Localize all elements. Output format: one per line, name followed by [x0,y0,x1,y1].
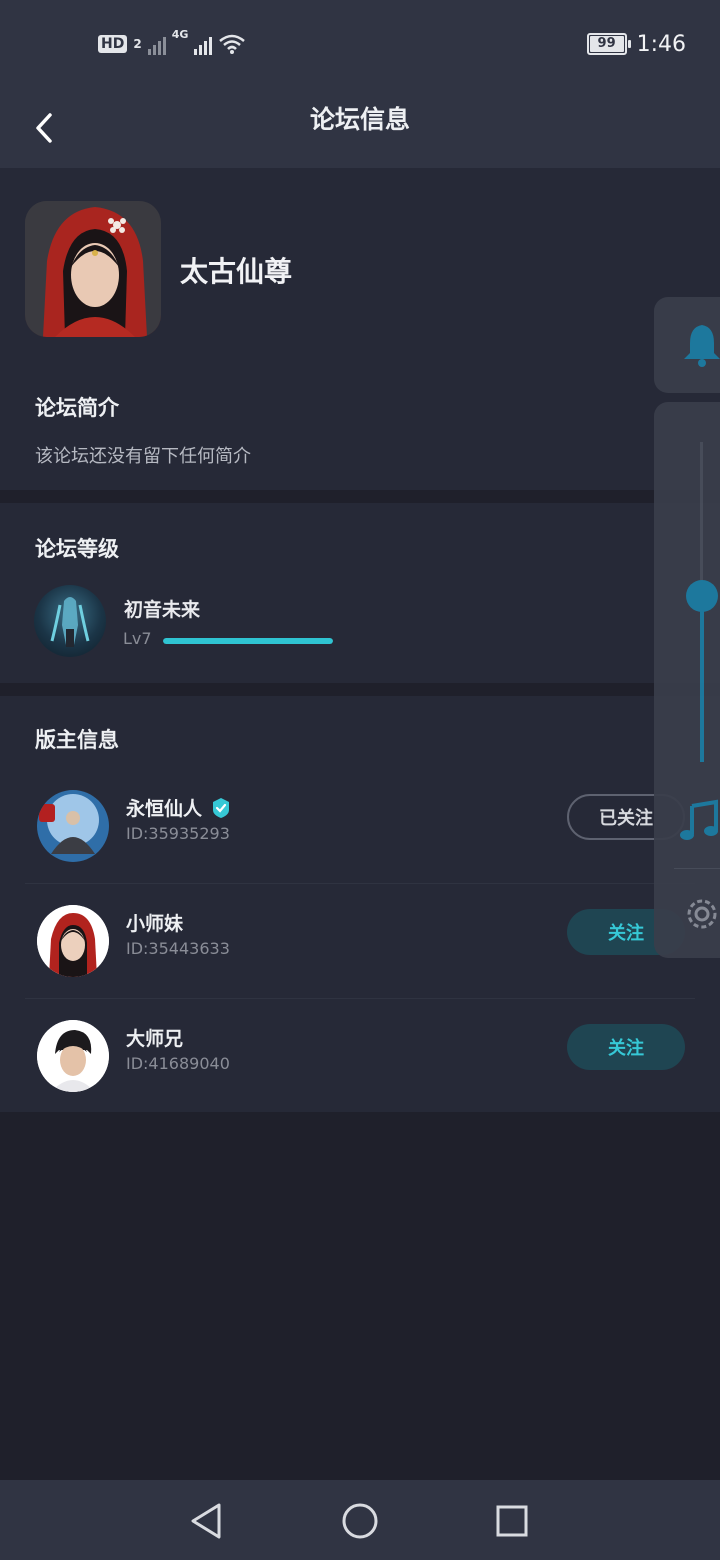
settings-gear-icon[interactable] [682,892,720,936]
wifi-icon [219,34,246,54]
moderator-row[interactable]: 大师兄 ID:41689040 关注 [25,1000,695,1114]
system-navigation-bar [0,1480,720,1560]
nav-recents-button[interactable] [489,1498,535,1544]
nav-back-icon [191,1503,221,1539]
top-navbar: 论坛信息 [0,88,720,168]
level-label: Lv7 [123,629,152,648]
follow-button[interactable]: 关注 [567,1024,685,1070]
bell-icon [684,325,720,367]
moderator-avatar[interactable] [37,1020,109,1092]
moderator-name: 永恒仙人 [126,798,203,820]
sim-badge: 2 [133,37,142,51]
intro-text: 该论坛还没有留下任何简介 [35,446,251,467]
volume-slider-handle[interactable] [686,580,718,612]
floating-control-panel [654,402,720,958]
moderator-id: ID:35443633 [126,939,230,958]
forum-name: 太古仙尊 [180,255,293,288]
forum-intro-section: 论坛简介 该论坛还没有留下任何简介 [0,362,720,490]
signal-strength-icon-sim1 [147,33,166,55]
hd-badge: HD [98,35,128,53]
music-note-icon[interactable] [680,798,720,846]
moderator-name: 大师兄 [126,1028,184,1050]
forum-avatar-image [25,201,161,337]
page-title: 论坛信息 [309,105,410,134]
status-icons-right: 99 1:46 [586,28,686,60]
battery-icon: 99 [586,33,631,55]
nav-home-icon [342,1503,378,1539]
panel-divider [674,868,720,869]
nav-home-button[interactable] [337,1498,383,1544]
moderators-title: 版主信息 [35,728,119,752]
status-icons-left: HD 2 4G [98,28,246,60]
verified-badge-icon [213,797,230,818]
forum-level-section: 论坛等级 初音未来 Lv7 [0,503,720,683]
moderator-row[interactable]: 永恒仙人 ID:35935293 已关注 [25,770,695,884]
moderator-id: ID:41689040 [126,1054,230,1073]
signal-strength-icon-sim2 [194,33,213,55]
clock: 1:46 [636,31,686,57]
moderator-avatar[interactable] [37,790,109,862]
moderator-name: 小师妹 [126,913,184,935]
battery-level: 99 [597,36,616,51]
forum-header: 太古仙尊 [0,168,720,362]
nav-recents-icon [496,1505,528,1537]
floating-bell-button[interactable] [654,297,720,393]
moderator-id: ID:35935293 [126,824,230,843]
moderator-avatar-image [37,790,109,862]
level-avatar-image [50,597,90,647]
level-progress-bar [163,638,333,644]
status-bar: HD 2 4G 99 1:46 [0,0,720,88]
level-title: 论坛等级 [35,537,119,561]
volume-fill [700,596,704,762]
moderator-avatar[interactable] [37,905,109,977]
level-name: 初音未来 [124,599,201,621]
moderator-row[interactable]: 小师妹 ID:35443633 关注 [25,885,695,999]
level-progress-fill [163,638,333,644]
level-avatar [34,585,106,657]
intro-title: 论坛简介 [35,396,119,420]
moderators-section: 版主信息 永恒仙人 ID:35935293 已关注 小师妹 ID:3544363… [0,696,720,1112]
moderator-avatar-image [37,905,109,977]
moderator-name-wrap: 永恒仙人 [126,794,232,821]
moderator-avatar-image [37,1020,109,1092]
forum-avatar[interactable] [25,201,161,337]
nav-back-button[interactable] [183,1498,229,1544]
network-type-label: 4G [171,28,189,41]
